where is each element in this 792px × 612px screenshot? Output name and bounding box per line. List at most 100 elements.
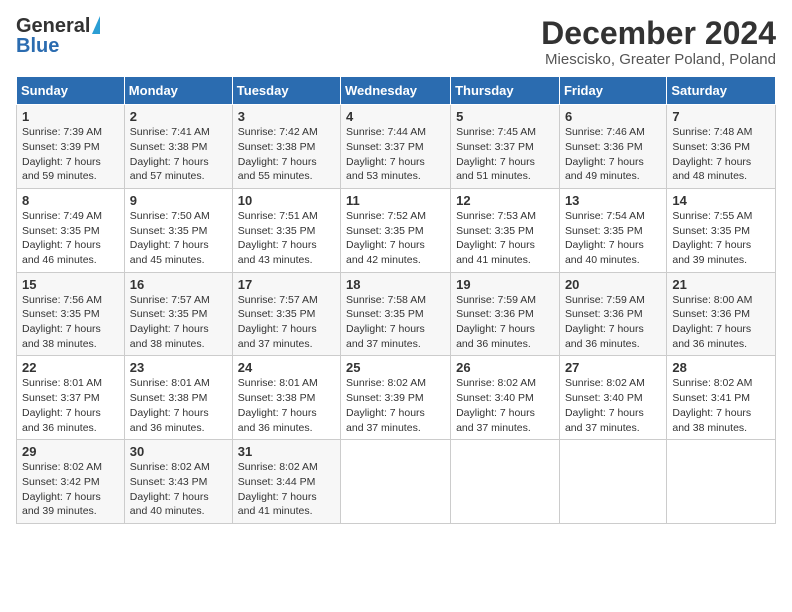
day-detail: Sunrise: 7:51 AMSunset: 3:35 PMDaylight:…: [238, 210, 318, 266]
header-wednesday: Wednesday: [341, 77, 451, 105]
day-number: 14: [672, 193, 770, 208]
day-number: 17: [238, 277, 335, 292]
day-number: 30: [130, 444, 227, 459]
calendar-cell-w4-d3: 24 Sunrise: 8:01 AMSunset: 3:38 PMDayligh…: [232, 356, 340, 440]
day-detail: Sunrise: 8:02 AMSunset: 3:43 PMDaylight:…: [130, 461, 210, 517]
day-detail: Sunrise: 8:02 AMSunset: 3:40 PMDaylight:…: [456, 377, 536, 433]
calendar-cell-w1-d3: 3 Sunrise: 7:42 AMSunset: 3:38 PMDaylight…: [232, 105, 340, 189]
day-number: 7: [672, 109, 770, 124]
header-thursday: Thursday: [451, 77, 560, 105]
logo-blue-text: Blue: [16, 36, 59, 56]
day-number: 28: [672, 360, 770, 375]
calendar-cell-w2-d4: 11Sunrise: 7:52 AMSunset: 3:35 PMDayligh…: [341, 188, 451, 272]
day-number: 18: [346, 277, 445, 292]
day-number: 12: [456, 193, 554, 208]
day-detail: Sunrise: 8:02 AMSunset: 3:44 PMDaylight:…: [238, 461, 318, 517]
day-detail: Sunrise: 8:01 AMSunset: 3:38 PMDaylight:…: [130, 377, 210, 433]
day-detail: Sunrise: 7:45 AMSunset: 3:37 PMDaylight:…: [456, 126, 536, 182]
calendar-cell-w5-d4: [341, 440, 451, 524]
day-number: 11: [346, 193, 445, 208]
day-detail: Sunrise: 8:02 AMSunset: 3:39 PMDaylight:…: [346, 377, 426, 433]
week-row-1: 1 Sunrise: 7:39 AMSunset: 3:39 PMDaylight…: [17, 105, 776, 189]
day-number: 20: [565, 277, 661, 292]
calendar-cell-w1-d4: 4 Sunrise: 7:44 AMSunset: 3:37 PMDaylight…: [341, 105, 451, 189]
calendar-cell-w2-d5: 12 Sunrise: 7:53 AMSunset: 3:35 PMDayligh…: [451, 188, 560, 272]
calendar-cell-w1-d2: 2Sunrise: 7:41 AMSunset: 3:38 PMDaylight…: [124, 105, 232, 189]
calendar-cell-w5-d1: 29Sunrise: 8:02 AMSunset: 3:42 PMDayligh…: [17, 440, 125, 524]
calendar-cell-w4-d7: 28 Sunrise: 8:02 AMSunset: 3:41 PMDayligh…: [667, 356, 776, 440]
header-sunday: Sunday: [17, 77, 125, 105]
day-detail: Sunrise: 7:49 AMSunset: 3:35 PMDaylight:…: [22, 210, 102, 266]
calendar-cell-w5-d2: 30 Sunrise: 8:02 AMSunset: 3:43 PMDayligh…: [124, 440, 232, 524]
day-detail: Sunrise: 8:02 AMSunset: 3:42 PMDaylight:…: [22, 461, 102, 517]
day-detail: Sunrise: 7:59 AMSunset: 3:36 PMDaylight:…: [565, 294, 645, 350]
calendar-cell-w1-d5: 5 Sunrise: 7:45 AMSunset: 3:37 PMDaylight…: [451, 105, 560, 189]
day-detail: Sunrise: 7:44 AMSunset: 3:37 PMDaylight:…: [346, 126, 426, 182]
day-detail: Sunrise: 7:59 AMSunset: 3:36 PMDaylight:…: [456, 294, 536, 350]
day-number: 6: [565, 109, 661, 124]
day-detail: Sunrise: 7:53 AMSunset: 3:35 PMDaylight:…: [456, 210, 536, 266]
header-monday: Monday: [124, 77, 232, 105]
calendar-cell-w5-d3: 31Sunrise: 8:02 AMSunset: 3:44 PMDayligh…: [232, 440, 340, 524]
title-area: December 2024 Miescisko, Greater Poland,…: [541, 16, 776, 68]
day-detail: Sunrise: 7:57 AMSunset: 3:35 PMDaylight:…: [238, 294, 318, 350]
day-number: 26: [456, 360, 554, 375]
day-detail: Sunrise: 8:00 AMSunset: 3:36 PMDaylight:…: [672, 294, 752, 350]
day-number: 21: [672, 277, 770, 292]
week-row-2: 8 Sunrise: 7:49 AMSunset: 3:35 PMDaylight…: [17, 188, 776, 272]
day-detail: Sunrise: 7:56 AMSunset: 3:35 PMDaylight:…: [22, 294, 102, 350]
day-detail: Sunrise: 7:39 AMSunset: 3:39 PMDaylight:…: [22, 126, 102, 182]
day-detail: Sunrise: 7:58 AMSunset: 3:35 PMDaylight:…: [346, 294, 426, 350]
day-number: 9: [130, 193, 227, 208]
calendar-cell-w3-d1: 15 Sunrise: 7:56 AMSunset: 3:35 PMDayligh…: [17, 272, 125, 356]
day-number: 8: [22, 193, 119, 208]
calendar-cell-w1-d7: 7 Sunrise: 7:48 AMSunset: 3:36 PMDaylight…: [667, 105, 776, 189]
day-number: 3: [238, 109, 335, 124]
day-number: 25: [346, 360, 445, 375]
calendar-cell-w4-d4: 25 Sunrise: 8:02 AMSunset: 3:39 PMDayligh…: [341, 356, 451, 440]
calendar-cell-w5-d6: [559, 440, 666, 524]
day-number: 5: [456, 109, 554, 124]
header-saturday: Saturday: [667, 77, 776, 105]
day-detail: Sunrise: 7:57 AMSunset: 3:35 PMDaylight:…: [130, 294, 210, 350]
calendar-cell-w4-d2: 23 Sunrise: 8:01 AMSunset: 3:38 PMDayligh…: [124, 356, 232, 440]
day-detail: Sunrise: 7:48 AMSunset: 3:36 PMDaylight:…: [672, 126, 752, 182]
calendar-subtitle: Miescisko, Greater Poland, Poland: [541, 51, 776, 68]
calendar-cell-w2-d2: 9 Sunrise: 7:50 AMSunset: 3:35 PMDaylight…: [124, 188, 232, 272]
header-friday: Friday: [559, 77, 666, 105]
day-number: 16: [130, 277, 227, 292]
day-number: 19: [456, 277, 554, 292]
calendar-cell-w1-d1: 1 Sunrise: 7:39 AMSunset: 3:39 PMDaylight…: [17, 105, 125, 189]
day-number: 10: [238, 193, 335, 208]
calendar-cell-w4-d1: 22Sunrise: 8:01 AMSunset: 3:37 PMDayligh…: [17, 356, 125, 440]
day-detail: Sunrise: 7:54 AMSunset: 3:35 PMDaylight:…: [565, 210, 645, 266]
calendar-cell-w1-d6: 6 Sunrise: 7:46 AMSunset: 3:36 PMDaylight…: [559, 105, 666, 189]
calendar-cell-w3-d5: 19 Sunrise: 7:59 AMSunset: 3:36 PMDayligh…: [451, 272, 560, 356]
day-detail: Sunrise: 8:02 AMSunset: 3:41 PMDaylight:…: [672, 377, 752, 433]
header: General Blue December 2024 Miescisko, Gr…: [16, 16, 776, 68]
day-number: 1: [22, 109, 119, 124]
week-row-4: 22Sunrise: 8:01 AMSunset: 3:37 PMDayligh…: [17, 356, 776, 440]
day-detail: Sunrise: 7:55 AMSunset: 3:35 PMDaylight:…: [672, 210, 752, 266]
logo-triangle-icon: [92, 16, 100, 34]
day-detail: Sunrise: 7:50 AMSunset: 3:35 PMDaylight:…: [130, 210, 210, 266]
calendar-cell-w2-d7: 14 Sunrise: 7:55 AMSunset: 3:35 PMDayligh…: [667, 188, 776, 272]
header-tuesday: Tuesday: [232, 77, 340, 105]
week-row-5: 29Sunrise: 8:02 AMSunset: 3:42 PMDayligh…: [17, 440, 776, 524]
calendar-cell-w5-d7: [667, 440, 776, 524]
day-detail: Sunrise: 8:01 AMSunset: 3:38 PMDaylight:…: [238, 377, 318, 433]
calendar-cell-w2-d3: 10 Sunrise: 7:51 AMSunset: 3:35 PMDayligh…: [232, 188, 340, 272]
calendar-cell-w5-d5: [451, 440, 560, 524]
day-number: 15: [22, 277, 119, 292]
day-number: 22: [22, 360, 119, 375]
day-number: 24: [238, 360, 335, 375]
calendar-cell-w3-d2: 16 Sunrise: 7:57 AMSunset: 3:35 PMDayligh…: [124, 272, 232, 356]
day-number: 27: [565, 360, 661, 375]
day-detail: Sunrise: 7:42 AMSunset: 3:38 PMDaylight:…: [238, 126, 318, 182]
logo: General Blue: [16, 16, 100, 56]
day-number: 23: [130, 360, 227, 375]
weekday-header-row: SundayMondayTuesdayWednesdayThursdayFrid…: [17, 77, 776, 105]
day-number: 4: [346, 109, 445, 124]
calendar-cell-w2-d1: 8 Sunrise: 7:49 AMSunset: 3:35 PMDaylight…: [17, 188, 125, 272]
day-detail: Sunrise: 7:46 AMSunset: 3:36 PMDaylight:…: [565, 126, 645, 182]
